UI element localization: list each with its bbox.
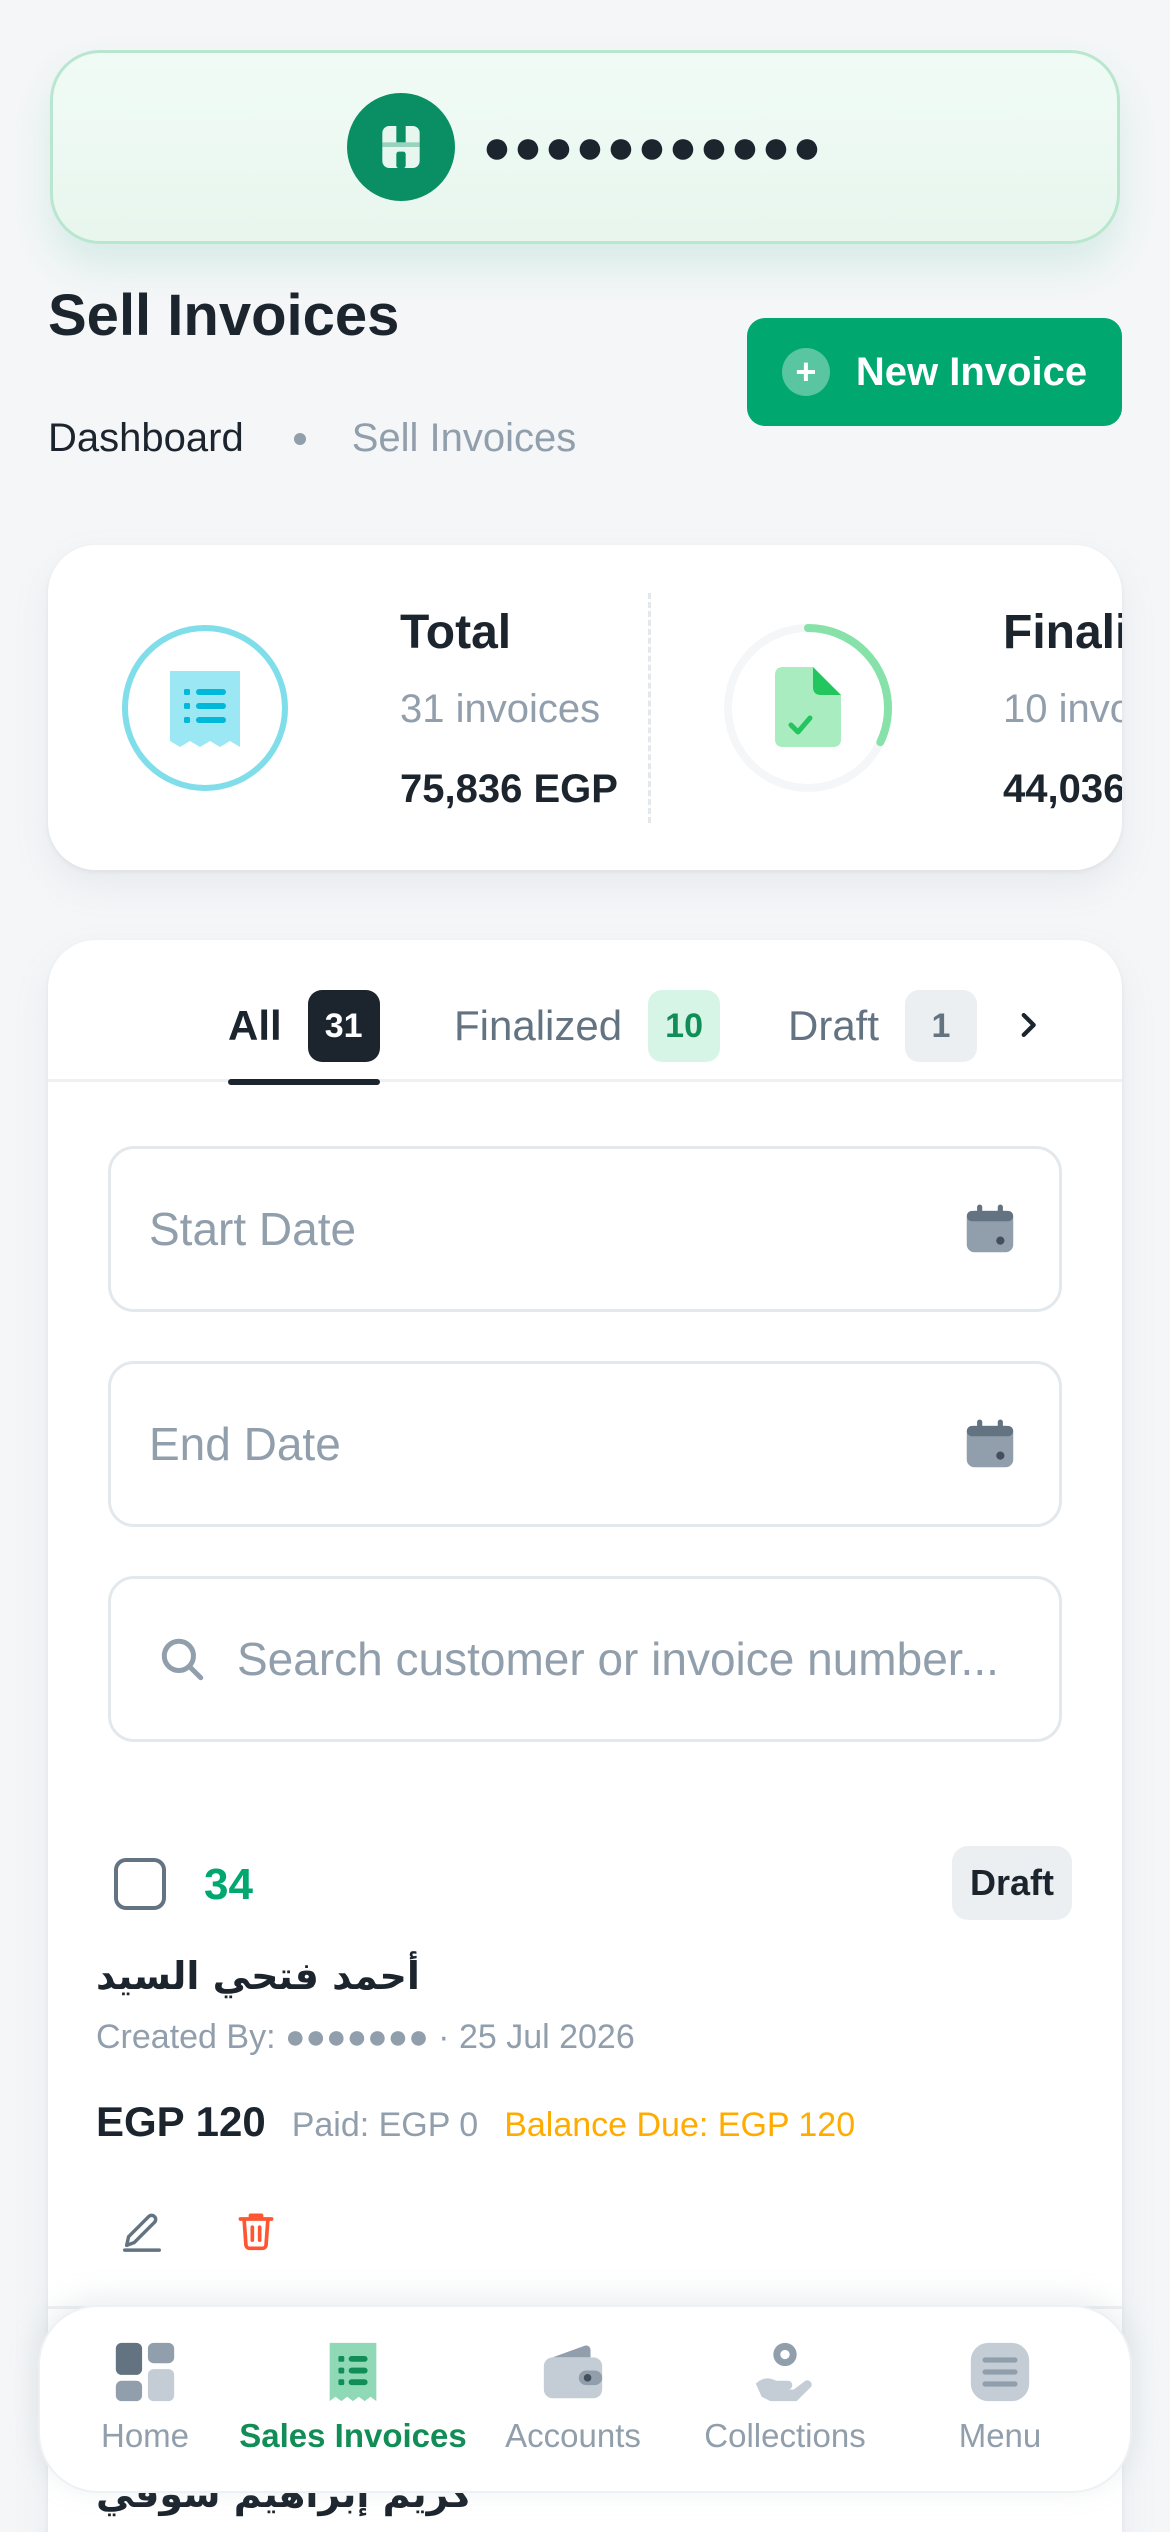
- tab-draft-count: 1: [905, 990, 978, 1062]
- status-badge: Draft: [952, 1846, 1073, 1920]
- end-date-field[interactable]: End Date: [108, 1361, 1062, 1527]
- breadcrumb-current: Sell Invoices: [351, 416, 577, 460]
- tab-draft-label: Draft: [788, 1002, 880, 1049]
- calendar-icon[interactable]: [959, 1413, 1021, 1475]
- pencil-icon: [123, 2213, 161, 2252]
- tab-all[interactable]: All 31: [228, 970, 380, 1085]
- summary-finalized-amount: 44,036 EGP: [1003, 767, 1122, 811]
- receipt-icon: [170, 671, 240, 747]
- nav-accounts[interactable]: Accounts: [468, 2337, 678, 2455]
- chevron-right-icon: [1021, 1012, 1036, 1038]
- summary-finalized[interactable]: Finalized 10 invoices 44,036 EGP: [723, 545, 1122, 870]
- new-invoice-label: New Invoice: [855, 349, 1088, 394]
- dashboard-icon: [115, 2342, 175, 2402]
- hand-coin-icon: [755, 2342, 812, 2402]
- menu-icon: [970, 2342, 1030, 2402]
- summary-total-count: 31 invoices: [400, 687, 601, 731]
- nav-collections[interactable]: Collections: [680, 2337, 890, 2455]
- tab-finalized[interactable]: Finalized 10: [454, 970, 721, 1082]
- summary-total-amount: 75,836 EGP: [400, 767, 618, 811]
- page-title: Sell Invoices: [48, 283, 400, 348]
- store-switcher[interactable]: ●●●●●●●●●●●: [50, 50, 1120, 244]
- search-input[interactable]: Search customer or invoice number...: [108, 1576, 1062, 1742]
- total-progress-ring: [122, 625, 288, 791]
- tab-draft[interactable]: Draft 1: [788, 970, 978, 1082]
- summary-finalized-title: Finalized: [1003, 606, 1122, 659]
- end-date-placeholder: End Date: [149, 1418, 341, 1470]
- invoice-amounts: EGP 120 Paid: EGP 0 Balance Due: EGP 120: [96, 2098, 855, 2146]
- invoice-select-checkbox[interactable]: [114, 1858, 166, 1910]
- customer-name: أحمد فتحي السيد: [96, 1954, 420, 1998]
- nav-accounts-label: Accounts: [505, 2417, 641, 2454]
- tab-finalized-label: Finalized: [454, 1002, 623, 1049]
- start-date-placeholder: Start Date: [149, 1203, 357, 1255]
- tab-draft-clip: Draft 1: [788, 970, 988, 1082]
- nav-home[interactable]: Home: [40, 2337, 250, 2455]
- start-date-field[interactable]: Start Date: [108, 1146, 1062, 1312]
- status-tabs: All 31 Finalized 10 Draft 1: [48, 940, 1122, 1085]
- nav-sales-invoices[interactable]: Sales Invoices: [239, 2337, 467, 2455]
- breadcrumb-separator: [293, 432, 306, 445]
- delete-invoice-button[interactable]: [226, 2200, 286, 2260]
- wallet-icon: [543, 2345, 603, 2399]
- invoice-total: EGP 120: [96, 2098, 266, 2145]
- invoice-list-card: All 31 Finalized 10 Draft 1 Start Date E…: [48, 940, 1122, 2532]
- invoice-paid: Paid: EGP 0: [291, 2106, 479, 2144]
- calendar-icon[interactable]: [959, 1198, 1021, 1260]
- search-icon: [161, 1638, 204, 1681]
- invoice-icon: [329, 2342, 377, 2402]
- edit-invoice-button[interactable]: [112, 2200, 172, 2260]
- finalized-progress-ring: [724, 624, 892, 792]
- invoice-summary-card: Total 31 invoices 75,836 EGP Finalized 1…: [48, 545, 1122, 870]
- tab-all-label: All: [228, 1002, 282, 1049]
- breadcrumb-dashboard-link[interactable]: Dashboard: [48, 416, 244, 461]
- search-placeholder: Search customer or invoice number...: [237, 1633, 999, 1685]
- summary-divider: [648, 593, 651, 823]
- tabs-scroll-right-button[interactable]: [988, 980, 1068, 1070]
- store-icon: [346, 93, 455, 201]
- tab-all-count: 31: [307, 990, 380, 1062]
- summary-finalized-count: 10 invoices: [1003, 687, 1122, 731]
- nav-collections-label: Collections: [704, 2417, 866, 2454]
- plus-icon: +: [781, 348, 830, 396]
- new-invoice-button[interactable]: + New Invoice: [747, 318, 1122, 426]
- nav-menu[interactable]: Menu: [895, 2337, 1105, 2455]
- trash-icon: [238, 2213, 274, 2251]
- store-name: ●●●●●●●●●●●: [482, 120, 824, 174]
- bottom-navigation: Home Sales Invoices Accounts Collections: [38, 2305, 1132, 2493]
- nav-home-label: Home: [100, 2417, 190, 2454]
- file-check-icon: [775, 667, 841, 747]
- breadcrumb: Dashboard Sell Invoices: [48, 416, 576, 461]
- nav-sales-invoices-label: Sales Invoices: [239, 2417, 467, 2454]
- nav-menu-label: Menu: [958, 2417, 1042, 2454]
- invoice-created-meta: Created By: ●●●●●●● · 25 Jul 2026: [96, 2018, 635, 2056]
- summary-total-title: Total: [400, 606, 512, 659]
- tab-finalized-count: 10: [648, 990, 721, 1062]
- invoice-number-link[interactable]: 34: [204, 1860, 253, 1910]
- invoice-balance-due: Balance Due: EGP 120: [504, 2106, 856, 2144]
